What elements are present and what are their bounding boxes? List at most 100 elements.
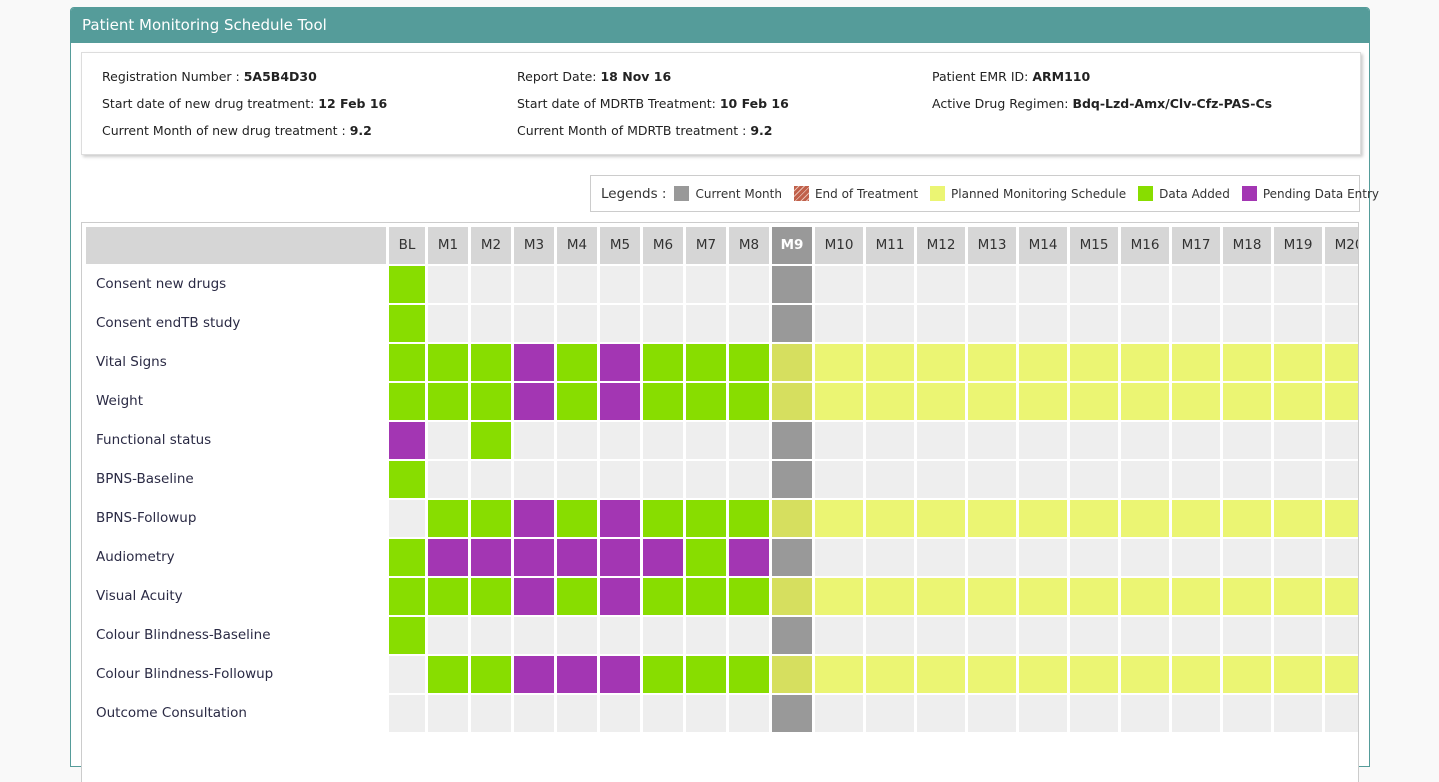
schedule-cell	[866, 266, 914, 303]
legend-swatch-added-icon	[1138, 186, 1154, 201]
schedule-cell[interactable]	[514, 344, 554, 381]
schedule-cell[interactable]	[471, 578, 511, 615]
schedule-cell[interactable]	[643, 578, 683, 615]
column-header-m2[interactable]: M2	[471, 227, 511, 264]
schedule-cell[interactable]	[471, 344, 511, 381]
schedule-cell[interactable]	[686, 578, 726, 615]
schedule-cell[interactable]	[557, 344, 597, 381]
info-label: Patient EMR ID:	[932, 69, 1033, 84]
schedule-cell[interactable]	[389, 266, 425, 303]
schedule-cell[interactable]	[471, 383, 511, 420]
schedule-cell[interactable]	[686, 656, 726, 693]
schedule-cell[interactable]	[643, 500, 683, 537]
schedule-cell	[1019, 656, 1067, 693]
column-header-m7[interactable]: M7	[686, 227, 726, 264]
column-header-m13[interactable]: M13	[968, 227, 1016, 264]
schedule-cell[interactable]	[389, 344, 425, 381]
column-header-m18[interactable]: M18	[1223, 227, 1271, 264]
schedule-cell[interactable]	[557, 500, 597, 537]
column-header-m9[interactable]: M9	[772, 227, 812, 264]
schedule-cell[interactable]	[428, 344, 468, 381]
schedule-cell[interactable]	[600, 578, 640, 615]
schedule-cell[interactable]	[428, 656, 468, 693]
schedule-cell[interactable]	[643, 383, 683, 420]
schedule-cell[interactable]	[557, 578, 597, 615]
schedule-cell[interactable]	[471, 539, 511, 576]
schedule-cell	[772, 656, 812, 693]
schedule-cell[interactable]	[557, 383, 597, 420]
column-header-m11[interactable]: M11	[866, 227, 914, 264]
schedule-cell[interactable]	[471, 656, 511, 693]
schedule-cell[interactable]	[514, 656, 554, 693]
column-header-m6[interactable]: M6	[643, 227, 683, 264]
schedule-cell[interactable]	[729, 539, 769, 576]
column-header-m17[interactable]: M17	[1172, 227, 1220, 264]
schedule-cell[interactable]	[729, 383, 769, 420]
column-header-m3[interactable]: M3	[514, 227, 554, 264]
schedule-cell[interactable]	[600, 656, 640, 693]
schedule-cell[interactable]	[389, 578, 425, 615]
schedule-cell[interactable]	[643, 656, 683, 693]
schedule-cell[interactable]	[600, 500, 640, 537]
schedule-cell[interactable]	[729, 500, 769, 537]
column-header-m12[interactable]: M12	[917, 227, 965, 264]
schedule-cell[interactable]	[600, 383, 640, 420]
schedule-cell	[866, 539, 914, 576]
schedule-cell	[772, 500, 812, 537]
schedule-cell[interactable]	[729, 578, 769, 615]
schedule-cell[interactable]	[514, 383, 554, 420]
column-header-m14[interactable]: M14	[1019, 227, 1067, 264]
column-header-m8[interactable]: M8	[729, 227, 769, 264]
schedule-cell[interactable]	[643, 344, 683, 381]
schedule-cell	[1070, 500, 1118, 537]
schedule-cell[interactable]	[729, 344, 769, 381]
column-header-m1[interactable]: M1	[428, 227, 468, 264]
schedule-cell	[917, 578, 965, 615]
schedule-cell[interactable]	[428, 539, 468, 576]
schedule-cell[interactable]	[514, 578, 554, 615]
schedule-cell[interactable]	[389, 305, 425, 342]
info-field: Start date of MDRTB Treatment: 10 Feb 16	[517, 97, 789, 124]
column-header-m15[interactable]: M15	[1070, 227, 1118, 264]
schedule-cell	[968, 422, 1016, 459]
schedule-cell[interactable]	[389, 539, 425, 576]
schedule-cell[interactable]	[428, 500, 468, 537]
schedule-cell[interactable]	[557, 656, 597, 693]
schedule-cell	[1223, 383, 1271, 420]
column-header-bl[interactable]: BL	[389, 227, 425, 264]
schedule-cell[interactable]	[600, 539, 640, 576]
schedule-cell[interactable]	[686, 500, 726, 537]
schedule-cell[interactable]	[428, 578, 468, 615]
schedule-cell[interactable]	[514, 500, 554, 537]
schedule-cell	[1019, 617, 1067, 654]
schedule-cell[interactable]	[514, 539, 554, 576]
column-header-m19[interactable]: M19	[1274, 227, 1322, 264]
schedule-cell	[1019, 266, 1067, 303]
schedule-cell[interactable]	[389, 383, 425, 420]
schedule-cell[interactable]	[389, 461, 425, 498]
column-header-m5[interactable]: M5	[600, 227, 640, 264]
schedule-cell	[1019, 500, 1067, 537]
schedule-cell[interactable]	[729, 656, 769, 693]
schedule-cell[interactable]	[686, 383, 726, 420]
schedule-cell[interactable]	[471, 500, 511, 537]
legend-label: Current Month	[695, 186, 782, 201]
column-header-m10[interactable]: M10	[815, 227, 863, 264]
schedule-cell[interactable]	[643, 539, 683, 576]
schedule-cell[interactable]	[557, 539, 597, 576]
schedule-cell	[968, 266, 1016, 303]
schedule-cell	[389, 656, 425, 693]
legend-item-planned: Planned Monitoring Schedule	[930, 186, 1126, 201]
schedule-cell[interactable]	[389, 422, 425, 459]
column-header-m4[interactable]: M4	[557, 227, 597, 264]
schedule-cell[interactable]	[471, 422, 511, 459]
schedule-table[interactable]: BL M1 M2 M3 M4 M5 M6 M7 M8 M9 M10 M11 M12 M13 M14 M15 M1…	[81, 222, 1359, 782]
schedule-cell[interactable]	[389, 617, 425, 654]
schedule-cell[interactable]	[686, 344, 726, 381]
column-header-m20[interactable]: M20	[1325, 227, 1358, 264]
schedule-cell[interactable]	[428, 383, 468, 420]
schedule-cell	[686, 461, 726, 498]
column-header-m16[interactable]: M16	[1121, 227, 1169, 264]
schedule-cell[interactable]	[686, 539, 726, 576]
schedule-cell[interactable]	[600, 344, 640, 381]
